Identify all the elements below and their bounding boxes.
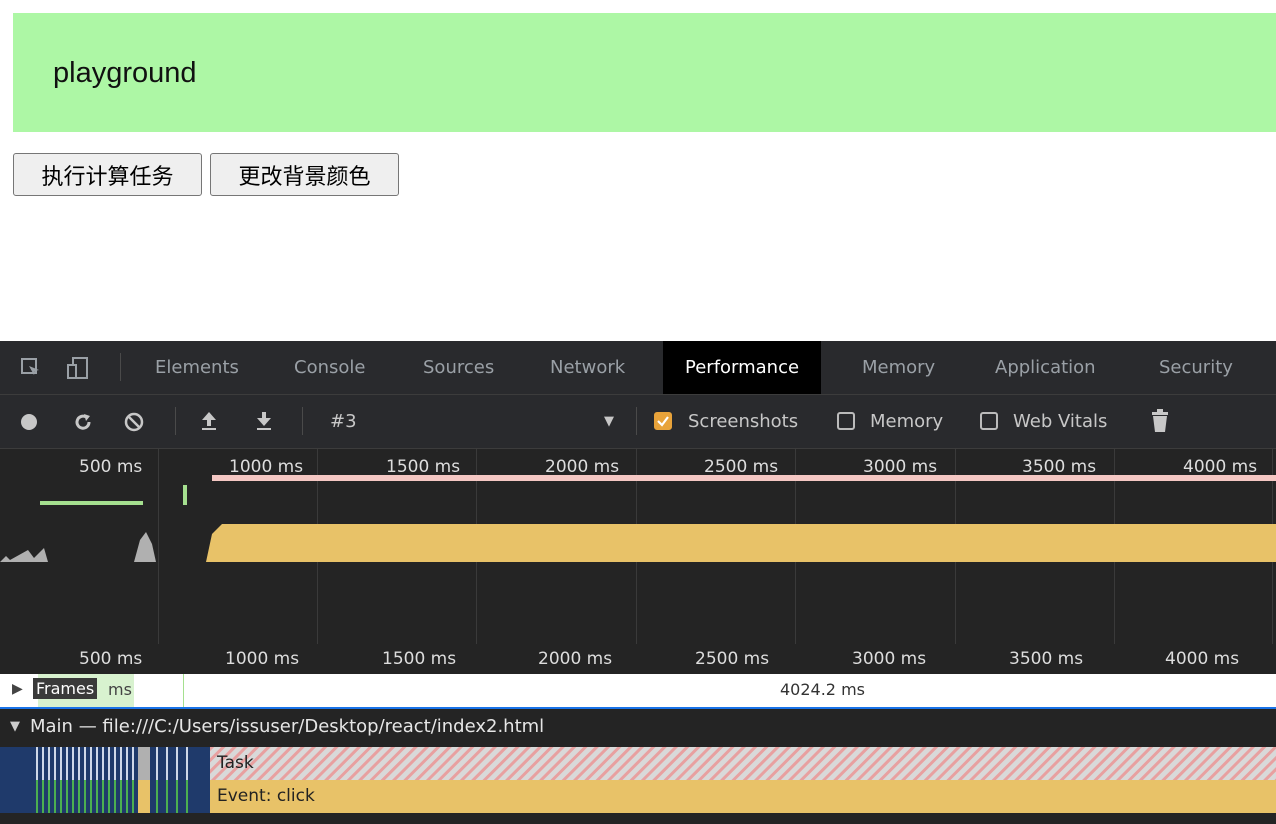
overview-tick-label: 500 ms [79,457,143,477]
tab-performance[interactable]: Performance [663,341,822,394]
devtools-tabbar: Elements Console Sources Network Perform… [0,341,1276,395]
upload-icon[interactable] [199,410,221,432]
timeline-tick-label: 3500 ms [1009,649,1084,669]
download-icon[interactable] [254,410,276,432]
screenshots-label[interactable]: Screenshots [688,395,798,448]
tab-security[interactable]: Security [1159,341,1233,394]
timeline-tick-label: 2000 ms [538,649,613,669]
tab-network[interactable]: Network [550,341,625,394]
main-thread-title: Main — file:///C:/Users/issuser/Desktop/… [30,716,545,737]
main-thread-header[interactable]: ▼ Main — file:///C:/Users/issuser/Deskto… [0,707,1276,747]
clear-icon[interactable] [124,412,146,434]
frame-duration: 4024.2 ms [780,680,865,699]
inspect-element-icon[interactable] [20,357,42,379]
web-vitals-checkbox[interactable] [980,412,998,430]
fps-bar [40,501,143,505]
change-background-color-button[interactable]: 更改背景颜色 [210,153,399,196]
frame-duration-short: ms [108,680,132,699]
tab-console[interactable]: Console [294,341,365,394]
long-task-indicator [212,475,1276,481]
playground-text: playground [53,57,197,89]
reload-icon[interactable] [73,412,95,434]
screenshots-checkbox[interactable] [654,412,672,430]
cpu-chart [0,524,1276,562]
overview-tick-label: 3500 ms [1022,457,1097,477]
timeline-overview[interactable]: 500 ms 1000 ms 1500 ms 2000 ms 2500 ms 3… [0,449,1276,741]
toolbar-separator [636,407,637,435]
toolbar-separator [302,407,303,435]
expand-arrow-icon[interactable]: ▶ [12,681,23,697]
fps-bar [183,485,187,505]
record-icon[interactable] [20,413,42,435]
overview-tick-label: 3000 ms [863,457,938,477]
timeline-tick-label: 1500 ms [382,649,457,669]
overview-tick-label: 1000 ms [229,457,304,477]
tab-sources[interactable]: Sources [423,341,494,394]
tab-application[interactable]: Application [995,341,1096,394]
run-compute-task-button[interactable]: 执行计算任务 [13,153,202,196]
tab-elements[interactable]: Elements [155,341,239,394]
task-label: Task [217,753,254,773]
overview-tick-label: 2000 ms [545,457,620,477]
dropdown-arrow-icon[interactable]: ▼ [604,395,614,448]
task-bar[interactable] [210,747,1276,780]
tab-memory[interactable]: Memory [862,341,935,394]
memory-checkbox[interactable] [837,412,855,430]
toolbar-separator [175,407,176,435]
timeline-tick-label: 500 ms [79,649,143,669]
timeline-tick-label: 2500 ms [695,649,770,669]
device-toolbar-icon[interactable] [67,357,89,379]
event-flame-strips [0,780,210,813]
task-flame-strips [0,747,210,780]
timeline-ruler: 500 ms 1000 ms 1500 ms 2000 ms 2500 ms 3… [0,644,1276,674]
event-click-bar[interactable] [210,780,1276,813]
timeline-tick-label: 4000 ms [1165,649,1240,669]
memory-label[interactable]: Memory [870,395,943,448]
frame-segment [183,674,184,707]
recording-select[interactable]: #3 [330,395,357,448]
collapse-arrow-icon[interactable]: ▼ [10,719,20,734]
playground-banner: playground [13,13,1276,132]
trash-icon[interactable] [1151,409,1173,432]
tab-separator [120,353,121,381]
performance-toolbar: #3 ▼ Screenshots Memory Web Vitals [0,395,1276,449]
event-click-track: Event: click [0,780,1276,813]
overview-tick-label: 2500 ms [704,457,779,477]
timeline-tick-label: 1000 ms [225,649,300,669]
task-track: Task [0,747,1276,780]
timeline-tick-label: 3000 ms [852,649,927,669]
overview-tick-label: 4000 ms [1183,457,1258,477]
devtools-panel: Elements Console Sources Network Perform… [0,341,1276,824]
frames-label: Frames [33,678,98,699]
event-click-label: Event: click [217,786,315,806]
frames-track[interactable]: ▶ Frames ms 4024.2 ms [0,674,1276,707]
overview-tick-label: 1500 ms [386,457,461,477]
web-vitals-label[interactable]: Web Vitals [1013,395,1107,448]
